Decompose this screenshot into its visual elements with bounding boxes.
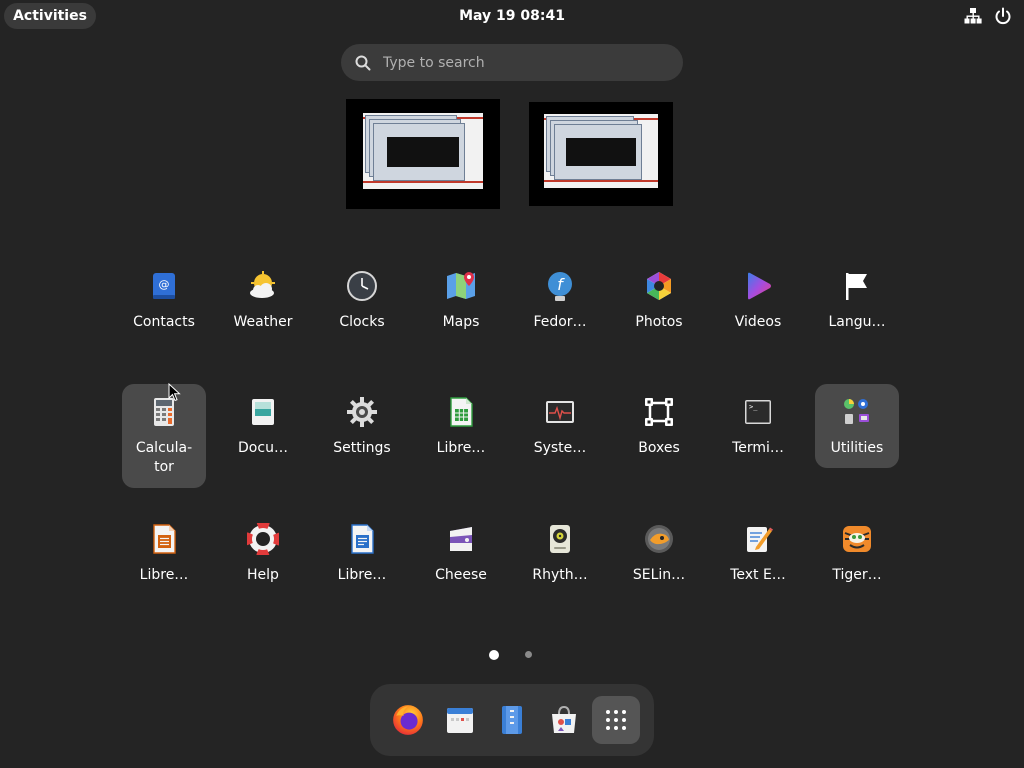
fedora-icon: f — [548, 272, 572, 301]
app-rhythmbox[interactable]: Rhyth… — [518, 511, 602, 595]
text-editor-icon — [747, 527, 773, 552]
document-viewer-icon — [252, 399, 274, 425]
dash-item-firefox[interactable] — [384, 696, 432, 744]
app-fedora[interactable]: f Fedor… — [518, 258, 602, 342]
app-label: Settings — [333, 440, 391, 456]
app-label: Help — [247, 567, 279, 583]
app-label: Calcula- tor — [135, 440, 193, 475]
mouse-cursor-icon — [168, 383, 181, 402]
firefox-icon — [393, 705, 423, 735]
workspace-thumbnail-2[interactable] — [529, 102, 673, 206]
app-text-editor[interactable]: Text E… — [716, 511, 800, 595]
app-system-monitor[interactable]: Syste… — [518, 384, 602, 468]
app-label: Photos — [635, 314, 683, 330]
utilities-folder-icon — [844, 399, 869, 424]
dash-item-files[interactable] — [488, 696, 536, 744]
app-label: Cheese — [435, 567, 487, 583]
app-label: Clocks — [339, 314, 385, 330]
app-label: Text E… — [730, 567, 786, 583]
app-libreoffice-impress[interactable]: Libre… — [122, 511, 206, 595]
app-label: Termi… — [732, 440, 784, 456]
app-label: Docu… — [238, 440, 288, 456]
activities-button[interactable]: Activities — [4, 3, 96, 29]
app-label: Videos — [734, 314, 782, 330]
power-icon[interactable] — [994, 7, 1012, 25]
app-photos[interactable]: Photos — [617, 258, 701, 342]
videos-icon — [748, 272, 771, 300]
app-clocks[interactable]: Clocks — [320, 258, 404, 342]
dash-item-software[interactable] — [540, 696, 588, 744]
search-icon — [355, 55, 371, 70]
app-terminal[interactable]: >_ Termi… — [716, 384, 800, 468]
app-utilities-folder[interactable]: Utilities — [815, 384, 899, 468]
show-apps-button[interactable] — [592, 696, 640, 744]
selinux-icon — [645, 525, 673, 553]
workspace-thumbnail-1[interactable] — [346, 99, 500, 209]
app-label: Tiger… — [832, 567, 882, 583]
date-time-button[interactable]: May 19 08:41 — [459, 8, 565, 24]
terminal-icon: >_ — [745, 400, 771, 424]
network-icon[interactable] — [964, 7, 982, 25]
libreoffice-writer-icon — [351, 524, 374, 554]
app-label: Rhyth… — [532, 567, 588, 583]
svg-text:@: @ — [159, 278, 170, 291]
show-apps-grid-icon — [606, 710, 626, 730]
app-label: Weather — [233, 314, 293, 330]
app-contacts[interactable]: @ Contacts — [122, 258, 206, 342]
app-maps[interactable]: Maps — [419, 258, 503, 342]
app-label: SELin… — [632, 567, 686, 583]
search-bar[interactable] — [341, 44, 683, 81]
cheese-icon — [450, 527, 472, 551]
language-flag-icon — [846, 273, 867, 300]
app-label: Contacts — [133, 314, 195, 330]
app-label: Langu… — [828, 314, 886, 330]
app-language[interactable]: Langu… — [815, 258, 899, 342]
app-weather[interactable]: Weather — [221, 258, 305, 342]
app-cheese[interactable]: Cheese — [419, 511, 503, 595]
svg-text:>_: >_ — [749, 403, 758, 411]
search-input[interactable] — [381, 53, 665, 72]
app-label: Boxes — [638, 440, 680, 456]
clocks-icon — [347, 271, 377, 301]
boxes-icon — [645, 398, 673, 426]
maps-icon — [447, 272, 475, 299]
help-lifebuoy-icon — [247, 523, 279, 555]
weather-icon — [250, 271, 275, 298]
app-settings[interactable]: Settings — [320, 384, 404, 468]
app-boxes[interactable]: Boxes — [617, 384, 701, 468]
app-videos[interactable]: Videos — [716, 258, 800, 342]
app-label: Maps — [442, 314, 480, 330]
page-indicator-1[interactable] — [489, 650, 499, 660]
app-calculator[interactable]: Calcula- tor — [122, 384, 206, 488]
photos-icon — [647, 272, 671, 300]
libreoffice-impress-icon — [153, 524, 176, 554]
libreoffice-calc-icon — [450, 397, 473, 427]
app-libreoffice-calc[interactable]: Libre… — [419, 384, 503, 468]
calendar-icon — [447, 708, 473, 733]
app-label: Syste… — [533, 440, 587, 456]
tigervnc-icon — [843, 526, 871, 552]
files-icon — [502, 706, 522, 734]
app-label: Libre… — [139, 567, 189, 583]
app-label: Libre… — [436, 440, 486, 456]
settings-gear-icon — [347, 397, 377, 427]
app-label: Libre… — [337, 567, 387, 583]
page-indicator-2[interactable] — [525, 651, 532, 658]
software-icon — [552, 705, 576, 733]
dash-item-calendar[interactable] — [436, 696, 484, 744]
top-bar: Activities May 19 08:41 — [0, 0, 1024, 32]
dash — [370, 684, 654, 756]
system-monitor-icon — [546, 401, 574, 423]
clock-area: May 19 08:41 — [0, 0, 1024, 32]
app-document-viewer[interactable]: Docu… — [221, 384, 305, 468]
system-tray — [964, 7, 1012, 25]
rhythmbox-icon — [550, 525, 570, 553]
app-selinux[interactable]: SELin… — [617, 511, 701, 595]
app-label: Fedor… — [533, 314, 587, 330]
app-tigervnc[interactable]: Tiger… — [815, 511, 899, 595]
app-libreoffice-writer[interactable]: Libre… — [320, 511, 404, 595]
app-label: Utilities — [830, 440, 884, 456]
contacts-icon: @ — [153, 273, 175, 299]
app-help[interactable]: Help — [221, 511, 305, 595]
